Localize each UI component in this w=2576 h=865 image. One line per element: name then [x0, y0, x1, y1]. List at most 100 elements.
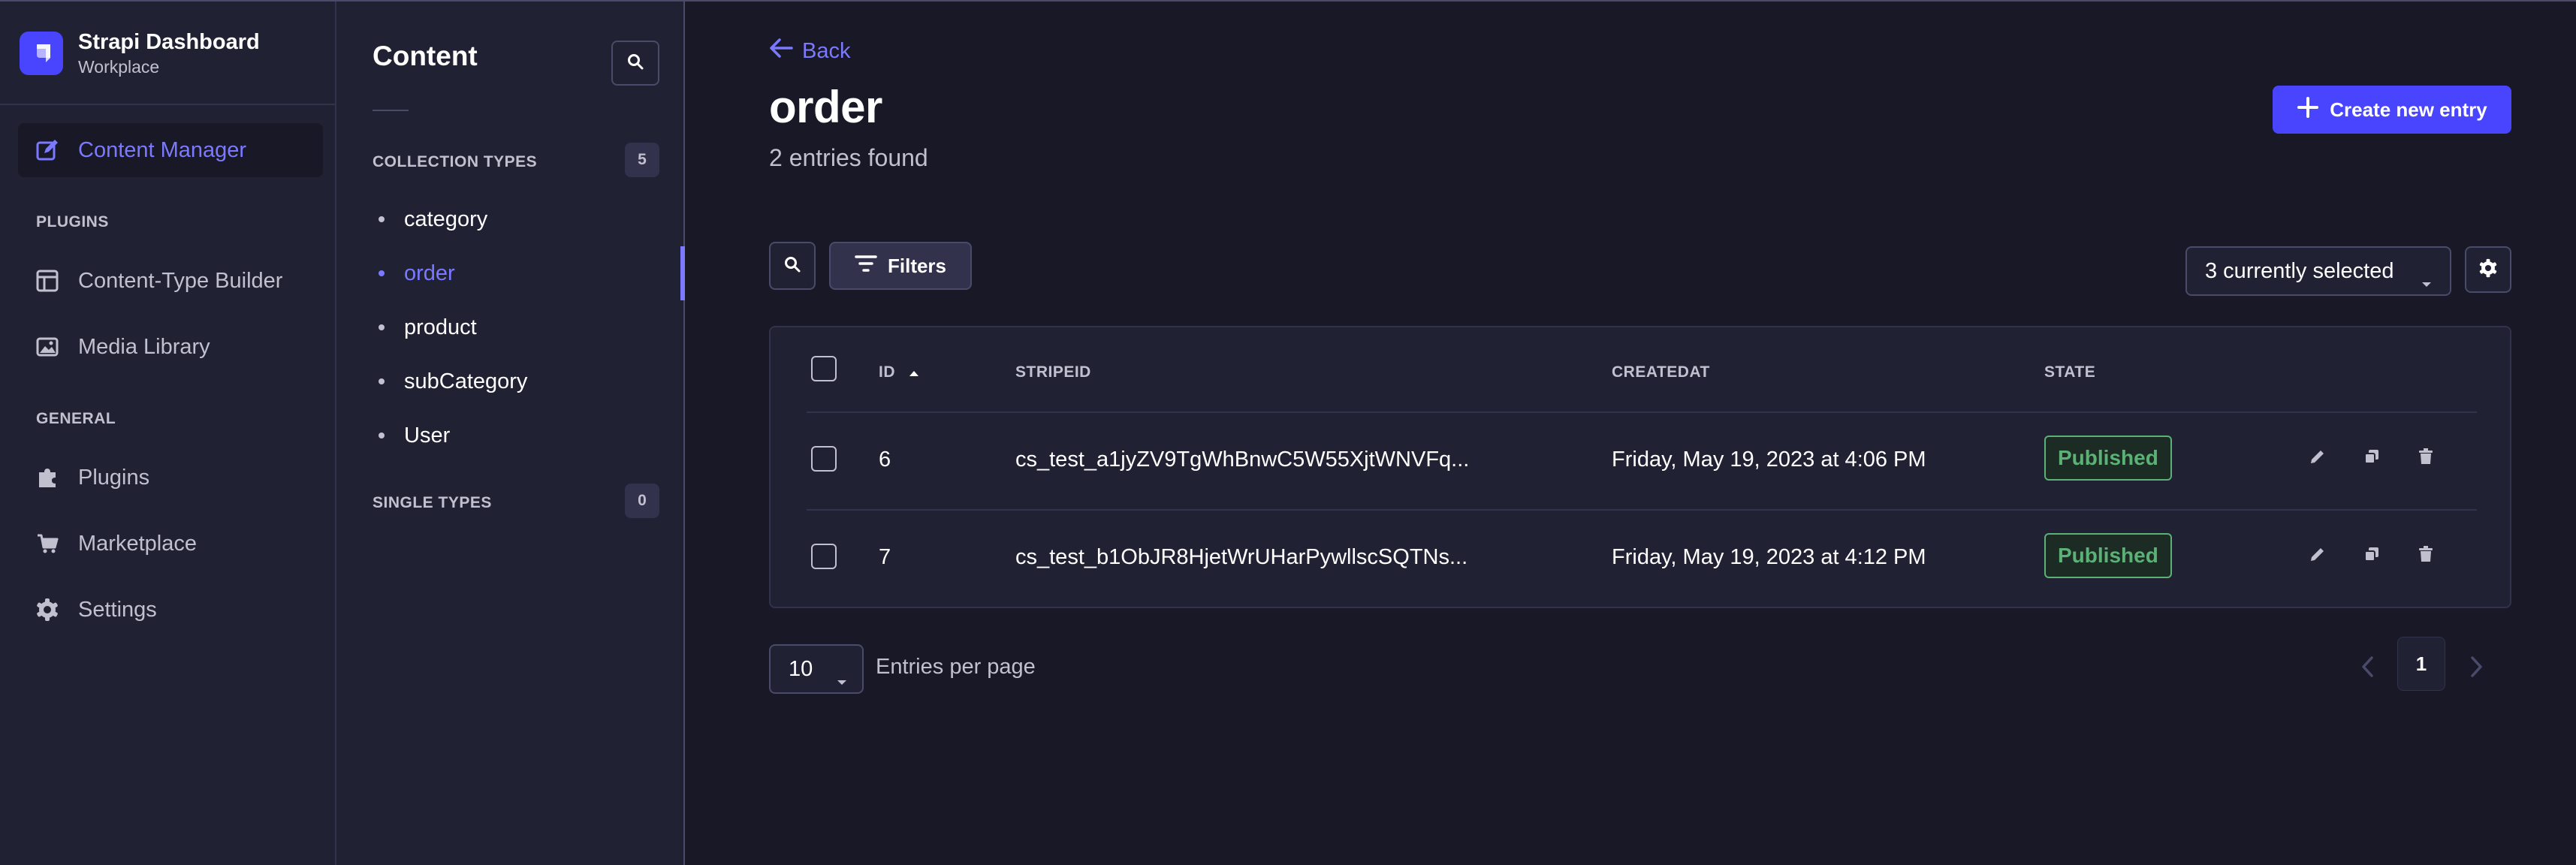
nav-item-settings[interactable]: Settings [18, 583, 323, 637]
chevron-down-icon [2421, 269, 2432, 294]
subnav-item-label: subCategory [404, 369, 528, 393]
image-icon [35, 334, 60, 360]
search-button[interactable] [769, 242, 816, 290]
nav-item-plugins[interactable]: Plugins [18, 451, 323, 505]
column-header-createdat[interactable]: CREATEDAT [1612, 363, 1710, 381]
subnav-item-order[interactable]: order [373, 251, 683, 296]
subnav-item-label: product [404, 315, 477, 339]
select-all-checkbox[interactable] [811, 356, 837, 381]
main-content: Back order 2 entries found Create new en… [686, 2, 2576, 865]
column-header-state[interactable]: STATE [2044, 363, 2095, 381]
pencil-icon [2309, 545, 2327, 567]
nav-item-marketplace[interactable]: Marketplace [18, 517, 323, 571]
gear-icon [35, 597, 60, 622]
row-checkbox[interactable] [811, 544, 837, 569]
pen-square-icon [35, 137, 60, 163]
entries-per-page-label: Entries per page [876, 655, 1036, 679]
brand-title: Strapi Dashboard [78, 30, 260, 54]
entries-table: ID STRIPEID CREATEDAT STATE 6 cs_test_a1… [769, 326, 2511, 608]
page-title: order [769, 82, 882, 132]
bullet-icon [379, 378, 385, 384]
strapi-logo-icon [20, 32, 63, 75]
subnav-search-button[interactable] [611, 41, 659, 86]
pencil-icon [2309, 448, 2327, 469]
delete-button[interactable] [2411, 443, 2441, 473]
cell-id: 6 [879, 448, 891, 472]
cart-icon [35, 531, 60, 556]
trash-icon [2417, 448, 2435, 469]
entries-per-page-select[interactable]: 10 [769, 644, 864, 694]
duplicate-button[interactable] [2357, 443, 2387, 473]
chevron-right-icon [2471, 656, 2483, 681]
subnav-item-product[interactable]: product [373, 305, 683, 350]
subnav-item-label: User [404, 423, 451, 448]
list-settings-button[interactable] [2465, 246, 2511, 293]
create-new-entry-button[interactable]: Create new entry [2273, 86, 2511, 134]
duplicate-icon [2363, 545, 2381, 567]
subnav-divider [373, 110, 409, 111]
status-badge: Published [2044, 533, 2172, 578]
cell-stripeid: cs_test_b1ObJR8HjetWrUHarPywllscSQTNs... [1015, 545, 1468, 569]
nav-section-general: GENERAL [36, 410, 116, 427]
nav-label: Content-Type Builder [78, 268, 283, 293]
nav-item-media-library[interactable]: Media Library [18, 320, 323, 374]
nav-item-content-manager[interactable]: Content Manager [18, 123, 323, 177]
puzzle-icon [35, 465, 60, 490]
row-divider [807, 411, 2477, 413]
nav-label: Media Library [78, 334, 210, 359]
bullet-icon [379, 432, 385, 439]
edit-button[interactable] [2303, 443, 2333, 473]
subnav-item-label: category [404, 206, 488, 231]
main-nav: Strapi Dashboard Workplace Content Manag… [0, 2, 336, 865]
brand-subtitle: Workplace [78, 57, 160, 77]
edit-button[interactable] [2303, 541, 2333, 571]
cell-createdat: Friday, May 19, 2023 at 4:06 PM [1612, 448, 1926, 472]
bullet-icon [379, 270, 385, 276]
collection-types-heading: COLLECTION TYPES [373, 153, 538, 170]
chevron-left-icon [2361, 656, 2373, 681]
nav-label: Settings [78, 597, 157, 622]
row-divider [807, 509, 2477, 511]
nav-section-plugins: PLUGINS [36, 213, 109, 231]
cell-stripeid: cs_test_a1jyZV9TgWhBnwC5W55XjtWNVFq... [1015, 448, 1470, 472]
nav-label: Marketplace [78, 531, 197, 556]
next-page-button[interactable] [2459, 644, 2495, 692]
nav-divider [0, 104, 335, 105]
duplicate-icon [2363, 448, 2381, 469]
page-number-button[interactable]: 1 [2397, 637, 2445, 691]
status-badge: Published [2044, 436, 2172, 481]
brand[interactable]: Strapi Dashboard Workplace [20, 29, 260, 78]
plus-icon [2297, 96, 2319, 124]
displayed-columns-select[interactable]: 3 currently selected [2185, 246, 2451, 296]
filter-icon [855, 255, 877, 278]
subnav-item-user[interactable]: User [373, 413, 683, 458]
subnav-item-category[interactable]: category [373, 197, 683, 242]
subnav-item-subcategory[interactable]: subCategory [373, 359, 683, 404]
gear-icon [2478, 258, 2498, 282]
previous-page-button[interactable] [2349, 644, 2385, 692]
filters-label: Filters [887, 254, 947, 277]
filters-button[interactable]: Filters [829, 242, 972, 290]
bullet-icon [379, 216, 385, 222]
back-link[interactable]: Back [769, 38, 850, 65]
row-checkbox[interactable] [811, 446, 837, 472]
nav-label: Content Manager [78, 137, 247, 162]
search-icon [627, 53, 644, 74]
nav-item-content-type-builder[interactable]: Content-Type Builder [18, 254, 323, 308]
active-item-indicator [680, 246, 685, 300]
column-header-id[interactable]: ID [879, 363, 919, 381]
duplicate-button[interactable] [2357, 541, 2387, 571]
collection-types-count: 5 [625, 143, 659, 177]
single-types-count: 0 [625, 484, 659, 518]
sort-ascending-icon [909, 363, 919, 381]
column-header-stripeid[interactable]: STRIPEID [1015, 363, 1091, 381]
delete-button[interactable] [2411, 541, 2441, 571]
brand-text: Strapi Dashboard Workplace [78, 29, 260, 78]
arrow-left-icon [769, 38, 793, 65]
search-icon [784, 256, 801, 276]
chevron-down-icon [837, 667, 847, 692]
bullet-icon [379, 324, 385, 330]
entries-per-page-value: 10 [789, 656, 813, 681]
entries-count: 2 entries found [769, 144, 928, 171]
columns-select-value: 3 currently selected [2205, 258, 2394, 283]
